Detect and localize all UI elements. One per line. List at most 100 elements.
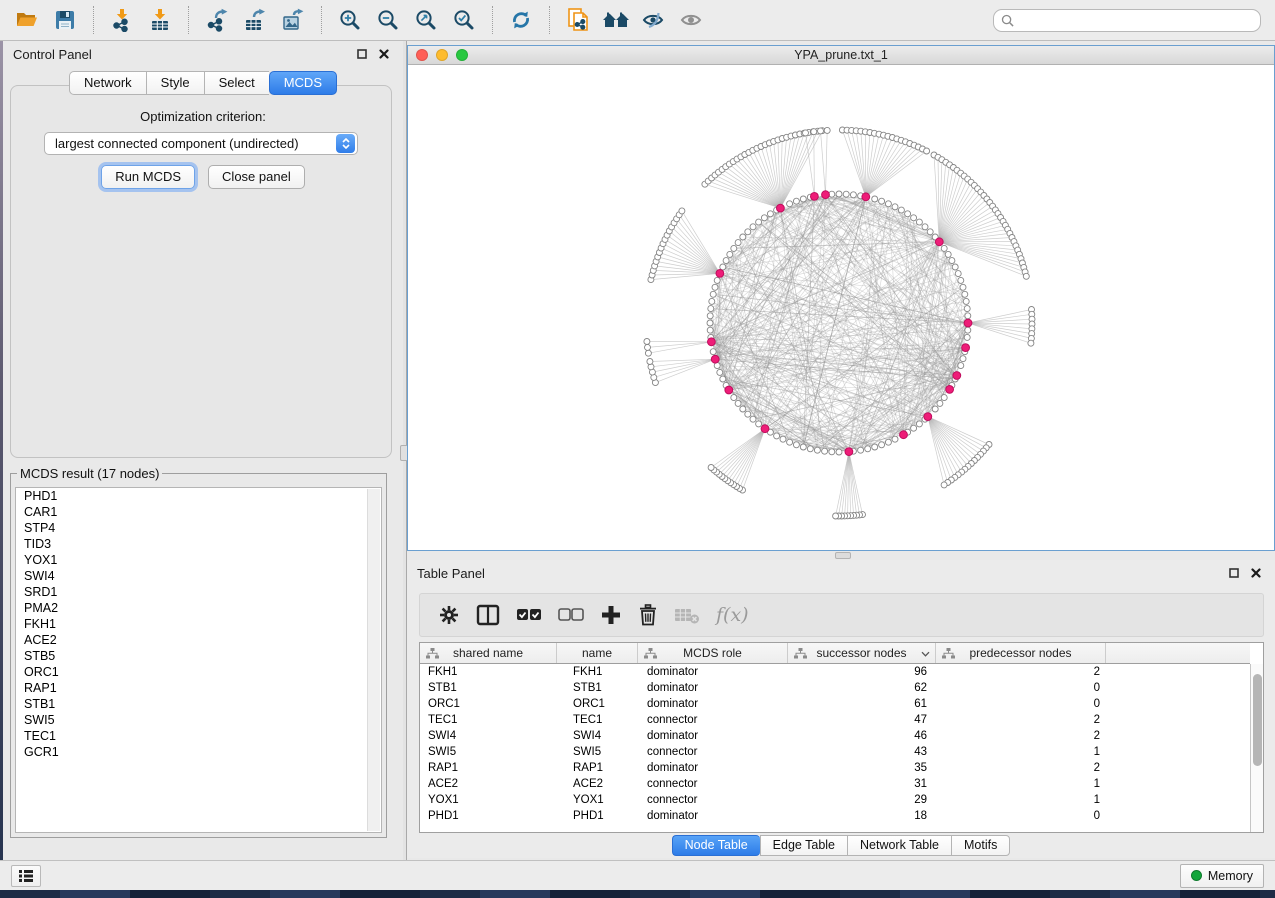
network-leaf-node[interactable] — [833, 513, 839, 519]
zoom-fit-button[interactable] — [410, 4, 442, 36]
select-all-button[interactable] — [508, 600, 550, 630]
hide-selected-button[interactable] — [638, 4, 670, 36]
table-row[interactable]: PHD1PHD1dominator180 — [420, 808, 1250, 824]
network-node[interactable] — [949, 258, 955, 264]
network-hub-node[interactable] — [862, 193, 870, 201]
column-header-MCDS-role[interactable]: MCDS role — [638, 643, 788, 663]
import-table-button[interactable] — [144, 4, 176, 36]
network-hub-node[interactable] — [777, 204, 785, 212]
network-node[interactable] — [879, 198, 885, 204]
run-mcds-button[interactable]: Run MCDS — [101, 165, 195, 189]
delete-table-button[interactable] — [666, 600, 708, 630]
mcds-result-item[interactable]: GCR1 — [16, 744, 381, 760]
network-node[interactable] — [787, 201, 793, 207]
network-leaf-node[interactable] — [644, 339, 650, 345]
open-file-button[interactable] — [11, 4, 43, 36]
network-node[interactable] — [911, 215, 917, 221]
table-row[interactable]: TEC1TEC1connector472 — [420, 712, 1250, 728]
network-node[interactable] — [836, 449, 842, 455]
network-node[interactable] — [740, 406, 746, 412]
maximize-window-icon[interactable] — [456, 49, 468, 61]
network-node[interactable] — [710, 349, 716, 355]
mcds-result-item[interactable]: ORC1 — [16, 664, 381, 680]
network-node[interactable] — [735, 240, 741, 246]
network-hub-node[interactable] — [964, 319, 972, 327]
mcds-result-item[interactable]: TEC1 — [16, 728, 381, 744]
tab-edge-table[interactable]: Edge Table — [760, 835, 847, 856]
network-hub-node[interactable] — [900, 431, 908, 439]
network-node[interactable] — [945, 251, 951, 257]
network-node[interactable] — [927, 229, 933, 235]
network-node[interactable] — [892, 436, 898, 442]
network-leaf-node[interactable] — [679, 208, 685, 214]
network-node[interactable] — [735, 400, 741, 406]
mcds-result-item[interactable]: CAR1 — [16, 504, 381, 520]
network-node[interactable] — [750, 416, 756, 422]
network-node[interactable] — [879, 442, 885, 448]
network-node[interactable] — [745, 411, 751, 417]
network-node[interactable] — [958, 277, 964, 283]
network-node[interactable] — [793, 198, 799, 204]
network-node[interactable] — [952, 264, 958, 270]
network-node[interactable] — [707, 313, 713, 319]
export-network-button[interactable] — [201, 4, 233, 36]
refresh-button[interactable] — [505, 4, 537, 36]
tab-network-table[interactable]: Network Table — [847, 835, 951, 856]
network-node[interactable] — [780, 436, 786, 442]
network-hub-node[interactable] — [716, 270, 724, 278]
network-node[interactable] — [822, 448, 828, 454]
memory-button[interactable]: Memory — [1180, 864, 1264, 888]
network-node[interactable] — [955, 271, 961, 277]
network-hub-node[interactable] — [711, 355, 719, 363]
network-leaf-node[interactable] — [824, 127, 830, 133]
network-node[interactable] — [892, 204, 898, 210]
close-window-icon[interactable] — [416, 49, 428, 61]
mcds-result-item[interactable]: ACE2 — [16, 632, 381, 648]
network-node[interactable] — [932, 406, 938, 412]
mcds-list-scrollbar[interactable] — [367, 489, 380, 831]
network-node[interactable] — [717, 369, 723, 375]
save-session-button[interactable] — [49, 4, 81, 36]
network-leaf-node[interactable] — [1028, 340, 1034, 346]
new-network-from-selection-button[interactable] — [562, 4, 594, 36]
network-node[interactable] — [960, 284, 966, 290]
mcds-result-item[interactable]: TID3 — [16, 536, 381, 552]
network-node[interactable] — [898, 207, 904, 213]
table-row[interactable]: STB1STB1dominator620 — [420, 680, 1250, 696]
network-node[interactable] — [727, 251, 733, 257]
network-node[interactable] — [793, 442, 799, 448]
mcds-result-item[interactable]: YOX1 — [16, 552, 381, 568]
network-node[interactable] — [714, 277, 720, 283]
network-leaf-node[interactable] — [708, 465, 714, 471]
network-node[interactable] — [756, 421, 762, 427]
network-node[interactable] — [911, 425, 917, 431]
search-input[interactable] — [1014, 10, 1260, 31]
network-node[interactable] — [963, 298, 969, 304]
network-node[interactable] — [774, 433, 780, 439]
network-leaf-node[interactable] — [818, 128, 824, 134]
network-leaf-node[interactable] — [941, 482, 947, 488]
optimization-select[interactable]: largest connected component (undirected) — [44, 132, 358, 155]
column-header-shared-name[interactable]: shared name — [420, 643, 557, 663]
export-table-button[interactable] — [239, 4, 271, 36]
tab-select[interactable]: Select — [204, 71, 269, 95]
close-table-panel-button[interactable] — [1247, 564, 1265, 582]
network-leaf-node[interactable] — [647, 359, 653, 365]
network-node[interactable] — [965, 327, 971, 333]
network-node[interactable] — [750, 224, 756, 230]
table-row[interactable]: FKH1FKH1dominator962 — [420, 664, 1250, 680]
network-node[interactable] — [814, 447, 820, 453]
task-history-button[interactable] — [11, 865, 41, 887]
table-settings-button[interactable] — [430, 600, 468, 630]
network-node[interactable] — [745, 229, 751, 235]
network-node[interactable] — [962, 291, 968, 297]
mcds-result-item[interactable]: FKH1 — [16, 616, 381, 632]
network-node[interactable] — [787, 439, 793, 445]
close-panel-button[interactable] — [375, 45, 393, 63]
network-leaf-node[interactable] — [1023, 273, 1029, 279]
column-header-name[interactable]: name — [557, 643, 638, 663]
network-node[interactable] — [922, 224, 928, 230]
show-columns-button[interactable] — [468, 600, 508, 630]
network-node[interactable] — [731, 395, 737, 401]
tab-motifs[interactable]: Motifs — [951, 835, 1010, 856]
